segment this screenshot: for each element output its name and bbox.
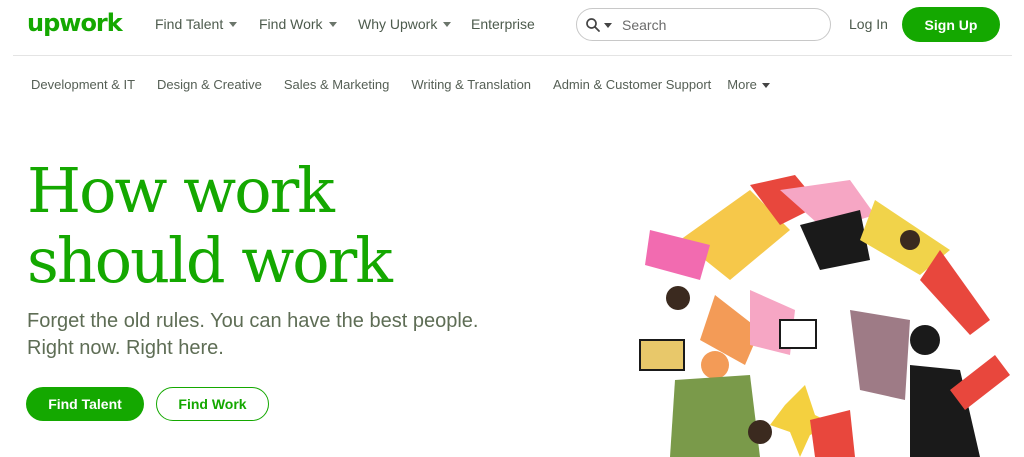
chevron-down-icon <box>761 82 770 88</box>
nav-enterprise[interactable]: Enterprise <box>471 16 535 32</box>
chevron-down-icon <box>229 22 238 27</box>
hero-title-line2: should work <box>27 224 393 297</box>
hero-title: How work should work <box>27 154 393 297</box>
login-link[interactable]: Log In <box>849 16 888 32</box>
illustration-shape-black <box>800 210 870 270</box>
nav-why-upwork[interactable]: Why Upwork <box>358 16 452 32</box>
nav-find-work[interactable]: Find Work <box>259 16 337 32</box>
illustration-head <box>900 230 920 250</box>
illustration-head-bottom <box>748 420 772 444</box>
hero-subtitle-line2: Right now. Right here. <box>27 337 224 359</box>
nav-find-talent[interactable]: Find Talent <box>155 16 238 32</box>
chevron-down-icon <box>328 22 337 27</box>
illustration-laptop <box>639 339 685 371</box>
category-bar: Development & IT Design & Creative Sales… <box>31 77 770 92</box>
illustration-body-green <box>670 375 760 457</box>
hero-title-line1: How work <box>27 154 335 227</box>
category-sales-marketing[interactable]: Sales & Marketing <box>284 77 390 92</box>
illustration-head-dark <box>910 325 940 355</box>
search-type-dropdown-icon[interactable] <box>604 22 612 28</box>
hero-illustration <box>639 175 1010 457</box>
more-label: More <box>727 77 757 92</box>
illustration-head-small <box>666 286 690 310</box>
hero-subtitle: Forget the old rules. You can have the b… <box>27 308 507 362</box>
nav-enterprise-label: Enterprise <box>471 16 535 32</box>
category-development-it[interactable]: Development & IT <box>31 77 135 92</box>
nav-find-work-label: Find Work <box>259 16 323 32</box>
search-input[interactable] <box>620 15 814 34</box>
upwork-logo[interactable]: upwork <box>27 9 123 37</box>
nav-why-upwork-label: Why Upwork <box>358 16 438 32</box>
category-admin-support[interactable]: Admin & Customer Support <box>553 77 711 92</box>
search-icon[interactable] <box>585 17 601 33</box>
category-design-creative[interactable]: Design & Creative <box>157 77 262 92</box>
illustration-tablet <box>779 319 817 349</box>
category-writing-translation[interactable]: Writing & Translation <box>411 77 531 92</box>
illustration-shape-mauve <box>850 310 910 400</box>
illustration-head-orange <box>701 351 729 379</box>
find-work-button[interactable]: Find Work <box>156 387 269 421</box>
chevron-down-icon <box>443 22 452 27</box>
signup-button[interactable]: Sign Up <box>902 7 1000 42</box>
top-navigation-bar: upwork Find Talent Find Work Why Upwork … <box>0 0 1024 52</box>
hero-subtitle-line1: Forget the old rules. You can have the b… <box>27 310 479 332</box>
search-box[interactable] <box>576 8 831 41</box>
category-more[interactable]: More <box>727 77 770 92</box>
find-talent-button[interactable]: Find Talent <box>26 387 144 421</box>
header-divider <box>13 55 1012 56</box>
nav-find-talent-label: Find Talent <box>155 16 224 32</box>
